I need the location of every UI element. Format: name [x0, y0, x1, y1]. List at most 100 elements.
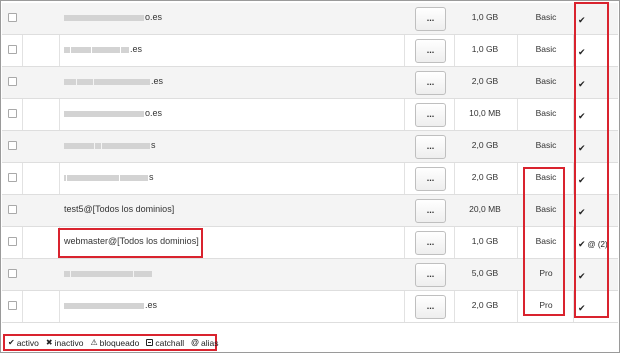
row-checkbox[interactable]: [8, 45, 17, 54]
legend-inactivo-label: inactivo: [54, 337, 84, 348]
row-checkbox[interactable]: [8, 205, 17, 214]
table-row: s... 2,0 GB Basic ✔: [2, 163, 618, 195]
redacted-text: [64, 174, 66, 181]
legend-activo-label: activo: [16, 337, 39, 348]
redacted-text: [77, 78, 93, 85]
legend-catchall: catchall: [146, 338, 184, 348]
mailbox-size: 10,0 MB: [469, 108, 501, 118]
redacted-text: [64, 302, 144, 309]
mailbox-size: 1,0 GB: [471, 236, 499, 246]
legend-activo: ✔ activo: [8, 338, 39, 348]
legend-bloqueado-label: bloqueado: [99, 337, 140, 348]
redacted-text: [64, 110, 144, 117]
mailbox-size: 2,0 GB: [471, 140, 499, 150]
mailbox-plan: Pro: [539, 268, 553, 278]
account-email: .es: [64, 300, 157, 310]
legend-bloqueado: ⚠ bloqueado: [90, 338, 139, 348]
mailbox-plan: Basic: [535, 108, 557, 118]
account-email: s: [64, 172, 154, 182]
account-email-text: test5@[Todos los dominios]: [64, 204, 175, 214]
status-cell: ✔: [578, 143, 586, 154]
account-email-text: o.es: [145, 12, 163, 22]
row-actions-button[interactable]: ...: [415, 167, 446, 191]
cross-icon: ✖: [45, 338, 53, 347]
mailbox-plan: Basic: [535, 236, 557, 246]
account-email: [64, 268, 153, 278]
mailbox-size: 5,0 GB: [471, 268, 499, 278]
account-email-text: webmaster@[Todos los dominios]: [64, 236, 199, 246]
row-actions-button[interactable]: ...: [415, 231, 446, 255]
status-cell: ✔: [578, 79, 586, 90]
mail-accounts-table: o.es... 1,0 GB Basic ✔ .es... 1,0 GB Basic ✔ .es…: [2, 3, 618, 323]
row-actions-button[interactable]: ...: [415, 7, 446, 31]
row-actions-button[interactable]: ...: [415, 71, 446, 95]
status-cell: ✔: [578, 207, 586, 218]
redacted-text: [64, 142, 94, 149]
table-row: o.es... 1,0 GB Basic ✔: [2, 3, 618, 35]
redacted-text: [94, 78, 150, 85]
account-email: .es: [64, 44, 142, 54]
redacted-text: [71, 46, 91, 53]
mailbox-plan: Basic: [535, 172, 557, 182]
redacted-text: [92, 46, 120, 53]
mailbox-plan: Basic: [535, 76, 557, 86]
redacted-text: [102, 142, 150, 149]
row-checkbox[interactable]: [8, 269, 17, 278]
check-icon: ✔: [578, 175, 586, 185]
row-actions-button[interactable]: ...: [415, 199, 446, 223]
row-checkbox[interactable]: [8, 173, 17, 182]
table-row: test5@[Todos los dominios]... 20,0 MB Basi…: [2, 195, 618, 227]
account-email: o.es: [64, 108, 162, 118]
row-checkbox[interactable]: [8, 77, 17, 86]
account-email-text: s: [151, 140, 156, 150]
row-actions-button[interactable]: ...: [415, 103, 446, 127]
row-actions-button[interactable]: ...: [415, 295, 446, 319]
row-checkbox[interactable]: [8, 13, 17, 22]
at-icon: @: [191, 338, 199, 347]
account-email: webmaster@[Todos los dominios]: [64, 236, 199, 246]
redacted-text: [64, 78, 76, 85]
status-cell: ✔: [578, 303, 586, 314]
mailbox-size: 2,0 GB: [471, 76, 499, 86]
legend-alias-label: alias: [200, 337, 219, 348]
redacted-text: [121, 46, 129, 53]
mailbox-size: 2,0 GB: [471, 300, 499, 310]
status-cell: ✔: [578, 111, 586, 122]
account-email: o.es: [64, 12, 162, 22]
status-legend: ✔ activo ✖ inactivo ⚠ bloqueado catchall…: [3, 334, 219, 351]
redacted-text: [64, 46, 70, 53]
row-actions-button[interactable]: ...: [415, 135, 446, 159]
table-row: o.es... 10,0 MB Basic ✔: [2, 99, 618, 131]
legend-catchall-label: catchall: [155, 337, 185, 348]
row-checkbox[interactable]: [8, 141, 17, 150]
row-checkbox[interactable]: [8, 237, 17, 246]
row-actions-button[interactable]: ...: [415, 263, 446, 287]
alias-count[interactable]: @ (2): [588, 240, 608, 249]
redacted-text: [120, 174, 148, 181]
check-icon: ✔: [578, 303, 586, 313]
status-cell: ✔: [578, 15, 586, 26]
account-email-text: .es: [145, 300, 158, 310]
mailbox-plan: Basic: [535, 204, 557, 214]
check-icon: ✔: [578, 143, 586, 153]
row-actions-button[interactable]: ...: [415, 39, 446, 63]
status-cell: ✔: [578, 47, 586, 58]
mailbox-size: 2,0 GB: [471, 172, 499, 182]
table-row: .es... 1,0 GB Basic ✔: [2, 35, 618, 67]
account-email: s: [64, 140, 156, 150]
account-email: .es: [64, 76, 163, 86]
mailbox-size: 20,0 MB: [469, 204, 501, 214]
account-email-text: .es: [130, 44, 143, 54]
account-email-text: o.es: [145, 108, 163, 118]
mailbox-plan: Basic: [535, 44, 557, 54]
mail-accounts-panel: o.es... 1,0 GB Basic ✔ .es... 1,0 GB Basic ✔ .es…: [0, 0, 620, 353]
table-row: ... 5,0 GB Pro ✔: [2, 259, 618, 291]
row-checkbox[interactable]: [8, 301, 17, 310]
redacted-text: [134, 270, 152, 277]
account-email-text: .es: [151, 76, 164, 86]
legend-inactivo: ✖ inactivo: [46, 338, 84, 348]
catchall-icon: [146, 339, 154, 346]
row-checkbox[interactable]: [8, 109, 17, 118]
check-icon: ✔: [578, 207, 586, 217]
warning-icon: ⚠: [90, 338, 98, 347]
